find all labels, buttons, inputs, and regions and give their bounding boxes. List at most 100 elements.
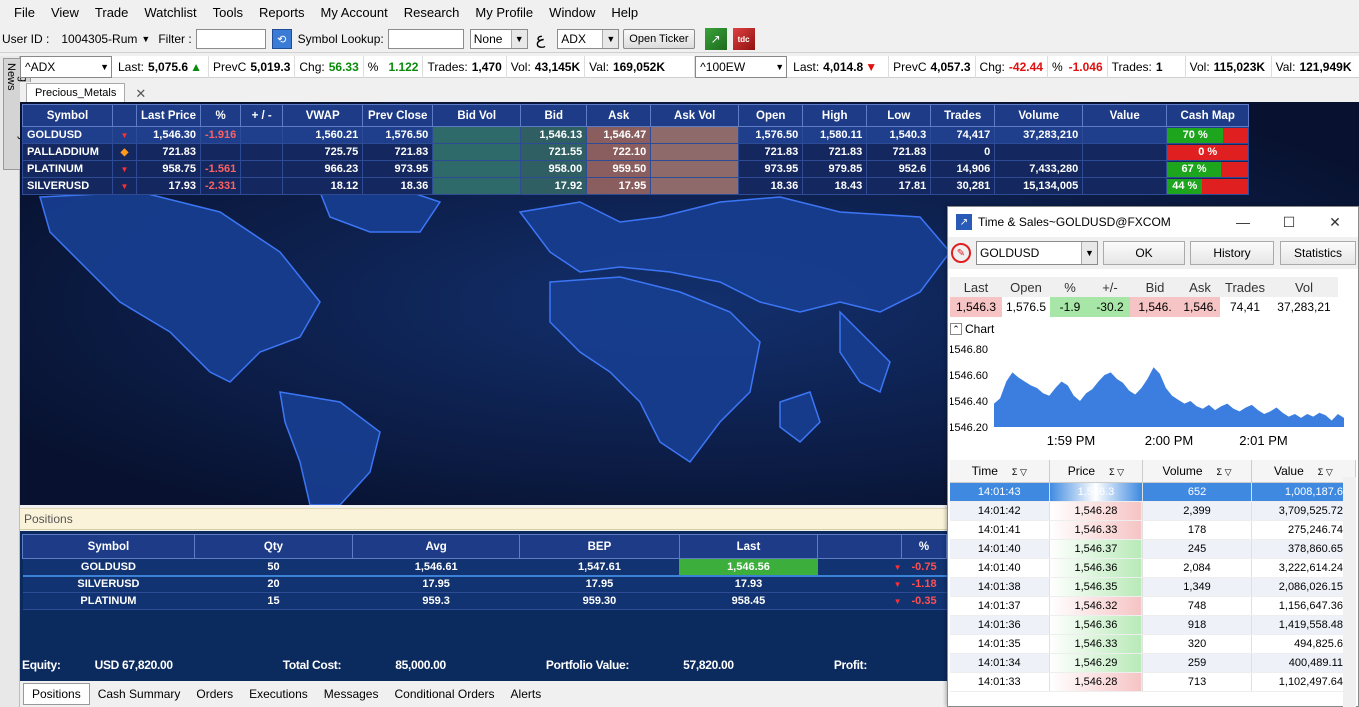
ts-col-volume[interactable]: Volume Σ ▽ — [1142, 460, 1252, 483]
sum-filter-icon[interactable]: Σ ▽ — [1217, 467, 1232, 477]
user-id-value[interactable]: 1004305-Rum — [61, 32, 137, 46]
wl-col-5[interactable]: VWAP — [282, 104, 364, 127]
wl-col-7[interactable]: Bid Vol — [432, 104, 522, 127]
watchlist-row[interactable]: PLATINUM ▼ 958.75 -1.561 966.23 973.95 958.00 9… — [22, 160, 1250, 178]
watchlist-row[interactable]: GOLDUSD ▼ 1,546.30 -1.916 1,560.21 1,576.50 1,… — [22, 126, 1250, 144]
wl-col-11[interactable]: Open — [738, 104, 804, 127]
pos-col-3[interactable]: BEP — [519, 534, 680, 559]
trade-row[interactable]: 14:01:37 1,546.32 748 1,156,647.36 — [950, 596, 1357, 616]
wl-col-14[interactable]: Trades — [930, 104, 996, 127]
menu-my-profile[interactable]: My Profile — [467, 5, 541, 20]
watchlist-row[interactable]: PALLADDIUM ◆ 721.83 725.75 721.83 721.55 722.1… — [22, 143, 1250, 161]
menu-research[interactable]: Research — [396, 5, 468, 20]
trade-row[interactable]: 14:01:36 1,546.36 918 1,419,558.48 — [950, 615, 1357, 635]
open-ticker-button[interactable]: Open Ticker — [623, 29, 695, 49]
sum-filter-icon[interactable]: Σ ▽ — [1012, 467, 1027, 477]
trade-row[interactable]: 14:01:40 1,546.37 245 378,860.65 — [950, 539, 1357, 559]
ts-col-time[interactable]: Time Σ ▽ — [950, 460, 1050, 483]
trade-row[interactable]: 14:01:43 1,546.3 652 1,008,187.6 — [950, 482, 1357, 502]
user-dropdown-icon[interactable]: ▼ — [141, 34, 150, 44]
menu-help[interactable]: Help — [603, 5, 646, 20]
close-window-icon[interactable]: ✕ — [1312, 207, 1358, 237]
refresh-icon[interactable]: ⟲ — [271, 29, 292, 49]
position-row[interactable]: GOLDUSD 50 1,546.61 1,547.61 1,546.56 ▼ -0.75 — [22, 558, 947, 576]
position-row[interactable]: PLATINUM 15 959.3 959.30 958.45 ▼ -0.35 — [22, 592, 947, 610]
wl-col-3[interactable]: % — [199, 104, 242, 127]
trade-row[interactable]: 14:01:34 1,546.29 259 400,489.11 — [950, 653, 1357, 673]
wl-col-15[interactable]: Volume — [994, 104, 1084, 127]
wl-col-17[interactable]: Cash Map — [1166, 104, 1250, 127]
pos-col-2[interactable]: Avg — [352, 534, 521, 559]
menu-watchlist[interactable]: Watchlist — [136, 5, 204, 20]
chart-toggle[interactable]: ⌃ Chart — [950, 320, 994, 338]
tab-positions[interactable]: Positions — [23, 683, 90, 705]
wl-col-6[interactable]: Prev Close — [362, 104, 434, 127]
pos-col-0[interactable]: Symbol — [22, 534, 195, 559]
minimize-icon[interactable]: — — [1220, 207, 1266, 237]
ticker-left-select[interactable]: ^ADX ▼ — [20, 55, 112, 78]
cell-prev: 18.36 — [362, 177, 434, 195]
tab-conditional-orders[interactable]: Conditional Orders — [386, 687, 502, 701]
wl-col-1[interactable] — [112, 104, 137, 127]
wl-col-0[interactable]: Symbol — [22, 104, 113, 127]
menu-trade[interactable]: Trade — [87, 5, 136, 20]
menu-my-account[interactable]: My Account — [313, 5, 396, 20]
trade-row[interactable]: 14:01:41 1,546.33 178 275,246.74 — [950, 520, 1357, 540]
trade-row[interactable]: 14:01:35 1,546.33 320 494,825.6 — [950, 634, 1357, 654]
wl-col-13[interactable]: Low — [866, 104, 932, 127]
quote-header: Open — [1002, 277, 1050, 297]
collapse-icon[interactable]: ⌃ — [950, 323, 962, 335]
pos-col-1[interactable]: Qty — [193, 534, 354, 559]
exchange-select[interactable]: ADX ▼ — [557, 29, 620, 49]
position-row[interactable]: SILVERUSD 20 17.95 17.95 17.93 ▼ -1.18 — [22, 574, 947, 593]
scrollbar[interactable] — [1343, 477, 1356, 707]
trade-row[interactable]: 14:01:38 1,546.35 1,349 2,086,026.15 — [950, 577, 1357, 597]
trade-time: 14:01:35 — [950, 634, 1050, 654]
pos-col-5[interactable] — [817, 534, 903, 559]
wl-col-8[interactable]: Bid — [520, 104, 588, 127]
tdc-icon[interactable]: tdc — [732, 28, 755, 50]
wl-col-10[interactable]: Ask Vol — [650, 104, 740, 127]
menu-reports[interactable]: Reports — [251, 5, 313, 20]
filter-input[interactable] — [195, 29, 266, 49]
tab-cash-summary[interactable]: Cash Summary — [90, 687, 189, 701]
tab-executions[interactable]: Executions — [241, 687, 316, 701]
sum-filter-icon[interactable]: Σ ▽ — [1318, 467, 1333, 477]
menu-tools[interactable]: Tools — [205, 5, 251, 20]
wl-col-2[interactable]: Last Price — [136, 104, 201, 127]
ts-col-value[interactable]: Value Σ ▽ — [1251, 460, 1357, 483]
tab-precious-metals[interactable]: Precious_Metals — [26, 83, 126, 102]
menu-window[interactable]: Window — [541, 5, 603, 20]
statistics-button[interactable]: Statistics — [1280, 241, 1356, 265]
pos-col-4[interactable]: Last — [678, 534, 819, 559]
wl-col-12[interactable]: High — [802, 104, 868, 127]
none-select[interactable]: None ▼ — [469, 29, 528, 49]
wl-col-9[interactable]: Ask — [586, 104, 652, 127]
trade-row[interactable]: 14:01:33 1,546.28 713 1,102,497.64 — [950, 672, 1357, 692]
cash-map: 67 % — [1166, 160, 1250, 178]
tab-alerts[interactable]: Alerts — [503, 687, 550, 701]
menu-file[interactable]: File — [6, 5, 43, 20]
menu-view[interactable]: View — [43, 5, 87, 20]
close-icon[interactable]: ✕ — [135, 86, 146, 102]
sum-filter-icon[interactable]: Σ ▽ — [1109, 467, 1124, 477]
arabic-toggle[interactable]: ع — [536, 29, 546, 49]
watchlist-row[interactable]: SILVERUSD ▼ 17.93 -2.331 18.12 18.36 17.92 17.9… — [22, 177, 1250, 195]
symbol-select[interactable]: GOLDUSD ▼ — [976, 241, 1098, 265]
maximize-icon[interactable]: ☐ — [1266, 207, 1312, 237]
ticker-right-select[interactable]: ^100EW ▼ — [695, 55, 788, 78]
ok-button[interactable]: OK — [1103, 241, 1185, 265]
trade-row[interactable]: 14:01:42 1,546.28 2,399 3,709,525.72 — [950, 501, 1357, 521]
history-button[interactable]: History — [1190, 241, 1274, 265]
trade-row[interactable]: 14:01:40 1,546.36 2,084 3,222,614.24 — [950, 558, 1357, 578]
cell-low: 721.83 — [866, 143, 932, 161]
symbol-lookup-input[interactable] — [387, 29, 464, 49]
wl-col-16[interactable]: Value — [1082, 104, 1168, 127]
tab-orders[interactable]: Orders — [188, 687, 241, 701]
ts-col-price[interactable]: Price Σ ▽ — [1049, 460, 1144, 483]
pos-col-6[interactable]: % — [901, 534, 947, 559]
tab-messages[interactable]: Messages — [316, 687, 387, 701]
wl-col-4[interactable]: + / - — [240, 104, 284, 127]
chart-icon[interactable]: ↗ — [704, 28, 727, 50]
pin-icon[interactable]: ✎ — [951, 243, 971, 263]
